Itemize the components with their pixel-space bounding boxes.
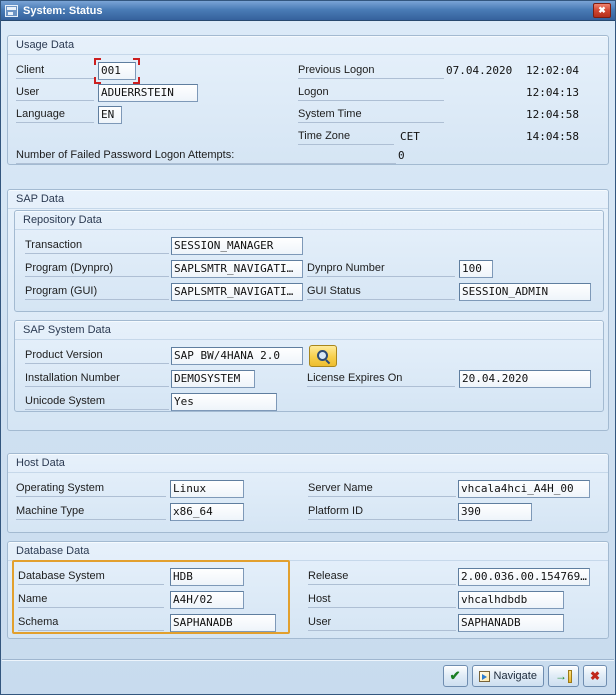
cancel-icon: ✖	[590, 669, 600, 683]
system-time-label: System Time	[298, 106, 444, 123]
navigate-button-label: Navigate	[494, 670, 537, 682]
navigate-button[interactable]: Navigate	[472, 665, 544, 687]
program-gui-field[interactable]: SAPLSMTR_NAVIGATI…	[171, 283, 303, 301]
user-label: User	[16, 84, 94, 101]
release-label: Release	[308, 568, 456, 585]
db-host-field[interactable]: vhcalhdbdb	[458, 591, 564, 609]
time-zone-value: CET	[400, 129, 420, 145]
time-zone-label: Time Zone	[298, 128, 394, 145]
operating-system-label: Operating System	[16, 480, 166, 497]
installation-number-field[interactable]: DEMOSYSTEM	[171, 370, 255, 388]
repository-data-group: Repository Data Transaction SESSION_MANA…	[14, 210, 604, 312]
product-version-label: Product Version	[25, 347, 169, 364]
license-expires-label: License Expires On	[307, 370, 455, 387]
gui-status-label: GUI Status	[307, 283, 455, 300]
navigate-icon	[479, 671, 490, 682]
program-dynpro-field[interactable]: SAPLSMTR_NAVIGATI…	[171, 260, 303, 278]
close-icon: ✖	[598, 6, 606, 15]
machine-type-label: Machine Type	[16, 503, 166, 520]
installation-number-label: Installation Number	[25, 370, 169, 387]
footer-separator	[2, 659, 614, 661]
platform-id-label: Platform ID	[308, 503, 456, 520]
logon-time: 12:04:13	[526, 85, 579, 101]
server-name-field[interactable]: vhcala4hci_A4H_00	[458, 480, 590, 498]
language-label: Language	[16, 106, 94, 123]
previous-logon-label: Previous Logon	[298, 62, 444, 79]
program-gui-label: Program (GUI)	[25, 283, 169, 300]
exit-arrow-icon: →	[555, 670, 567, 682]
operating-system-field[interactable]: Linux	[170, 480, 244, 498]
host-data-title: Host Data	[16, 457, 65, 469]
title-bar: System: Status ✖	[1, 1, 615, 21]
host-data-group: Host Data Operating System Linux Server …	[7, 453, 609, 533]
database-system-label: Database System	[18, 568, 164, 585]
dynpro-number-label: Dynpro Number	[307, 260, 455, 277]
repository-data-title: Repository Data	[23, 214, 102, 226]
failed-attempts-label: Number of Failed Password Logon Attempts…	[16, 147, 396, 164]
unicode-system-field[interactable]: Yes	[171, 393, 277, 411]
user-field[interactable]: ADUERRSTEIN	[98, 84, 198, 102]
previous-logon-time: 12:02:04	[526, 63, 579, 79]
failed-attempts-value: 0	[398, 148, 405, 164]
check-icon: ✔	[450, 668, 461, 684]
transaction-label: Transaction	[25, 237, 169, 254]
database-data-group: Database Data Database System HDB Releas…	[7, 541, 609, 639]
sap-data-group: SAP Data Repository Data Transaction SES…	[7, 189, 609, 431]
dialog-icon	[5, 5, 18, 17]
confirm-button[interactable]: ✔	[443, 665, 468, 687]
window-title: System: Status	[23, 5, 102, 17]
usage-data-group: Usage Data Client 001 Previous Logon 07.…	[7, 35, 609, 165]
db-name-label: Name	[18, 591, 164, 608]
exit-button[interactable]: →	[548, 665, 579, 687]
system-time-value: 12:04:58	[526, 107, 579, 123]
previous-logon-date: 07.04.2020	[446, 63, 512, 79]
system-status-dialog: System: Status ✖ Usage Data Client 001 P…	[0, 0, 616, 695]
schema-label: Schema	[18, 614, 164, 631]
schema-field[interactable]: SAPHANADB	[170, 614, 276, 632]
program-dynpro-label: Program (Dynpro)	[25, 260, 169, 277]
client-field[interactable]: 001	[98, 62, 136, 80]
close-button[interactable]: ✖	[593, 3, 611, 18]
license-expires-field[interactable]: 20.04.2020	[459, 370, 591, 388]
client-label: Client	[16, 62, 94, 79]
gui-status-field[interactable]: SESSION_ADMIN	[459, 283, 591, 301]
cancel-button[interactable]: ✖	[583, 665, 607, 687]
product-version-details-button[interactable]	[309, 345, 337, 367]
time-zone-time: 14:04:58	[526, 129, 579, 145]
machine-type-field[interactable]: x86_64	[170, 503, 244, 521]
db-name-field[interactable]: A4H/02	[170, 591, 244, 609]
footer-toolbar: ✔ Navigate → ✖	[443, 665, 607, 687]
language-field[interactable]: EN	[98, 106, 122, 124]
magnifier-icon	[316, 349, 331, 364]
product-version-field[interactable]: SAP BW/4HANA 2.0	[171, 347, 303, 365]
unicode-system-label: Unicode System	[25, 393, 169, 410]
dynpro-number-field[interactable]: 100	[459, 260, 493, 278]
transaction-field[interactable]: SESSION_MANAGER	[171, 237, 303, 255]
door-shape	[568, 670, 572, 683]
release-field[interactable]: 2.00.036.00.154769…	[458, 568, 590, 586]
server-name-label: Server Name	[308, 480, 456, 497]
sap-data-title: SAP Data	[16, 193, 64, 205]
db-user-label: User	[308, 614, 456, 631]
database-system-field[interactable]: HDB	[170, 568, 244, 586]
logon-label: Logon	[298, 84, 444, 101]
db-host-label: Host	[308, 591, 456, 608]
sap-system-data-group: SAP System Data Product Version SAP BW/4…	[14, 320, 604, 412]
exit-door-icon: →	[555, 670, 572, 683]
sap-system-data-title: SAP System Data	[23, 324, 111, 336]
platform-id-field[interactable]: 390	[458, 503, 532, 521]
usage-data-title: Usage Data	[16, 39, 74, 51]
database-data-title: Database Data	[16, 545, 89, 557]
db-user-field[interactable]: SAPHANADB	[458, 614, 564, 632]
